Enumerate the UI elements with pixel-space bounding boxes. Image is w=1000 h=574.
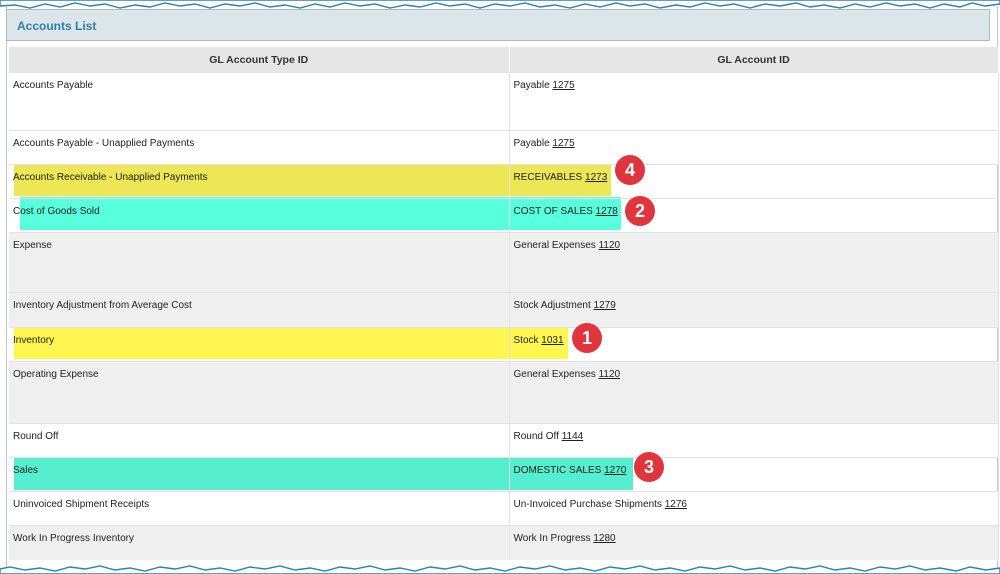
table-row: Cost of Goods Sold COST OF SALES 1278 xyxy=(9,198,999,233)
account-name: COST OF SALES xyxy=(513,206,593,217)
cell-account-type: Accounts Payable - Unapplied Payments xyxy=(9,130,510,165)
cell-account-type: Accounts Payable xyxy=(9,72,510,131)
account-id-link[interactable]: 1120 xyxy=(599,369,621,380)
account-id-link[interactable]: 1031 xyxy=(541,335,563,346)
table-row: Inventory Stock 1031 xyxy=(9,327,999,362)
cell-account-type: Uninvoiced Shipment Receipts xyxy=(9,491,510,526)
account-id-link[interactable]: 1278 xyxy=(596,206,618,217)
panel-title: Accounts List xyxy=(17,19,97,33)
cell-account-type: Cost of Goods Sold xyxy=(9,198,510,233)
table-row: Sales DOMESTIC SALES 1270 xyxy=(9,457,999,492)
account-name: General Expenses xyxy=(513,369,596,380)
cell-account-id: Payable 1275 xyxy=(509,130,999,165)
cell-account-type: Accounts Receivable - Unapplied Payments xyxy=(9,164,510,199)
cell-account-type: Round Off xyxy=(9,423,510,458)
account-id-link[interactable]: 1275 xyxy=(552,138,574,149)
cell-account-type: Expense xyxy=(9,232,510,293)
cell-account-id: Payable 1275 xyxy=(509,72,999,131)
account-name: Payable xyxy=(513,80,550,91)
cell-account-id: RECEIVABLES 1273 xyxy=(509,164,999,199)
account-id-link[interactable]: 1280 xyxy=(593,533,615,544)
table-row: Operating Expense General Expenses 1120 xyxy=(9,361,999,424)
annotation-badge-4: 4 xyxy=(615,155,645,185)
annotation-badge-1: 1 xyxy=(572,323,602,353)
account-name: General Expenses xyxy=(513,240,596,251)
cell-account-type: Operating Expense xyxy=(9,361,510,424)
column-header-gl-account-type-id[interactable]: GL Account Type ID xyxy=(9,47,510,73)
table-row: Inventory Adjustment from Average Cost S… xyxy=(9,292,999,328)
cell-account-id: Work In Progress 1280 xyxy=(509,525,999,560)
account-name: RECEIVABLES xyxy=(513,172,583,183)
cell-account-id: COST OF SALES 1278 xyxy=(509,198,999,233)
cell-account-type: Inventory xyxy=(9,327,510,362)
account-id-link[interactable]: 1275 xyxy=(552,80,574,91)
column-header-gl-account-id[interactable]: GL Account ID xyxy=(509,47,999,73)
annotation-badge-2: 2 xyxy=(625,196,655,226)
account-id-link[interactable]: 1270 xyxy=(604,465,626,476)
table-row: Round Off Round Off 1144 xyxy=(9,423,999,458)
cell-account-type: Inventory Adjustment from Average Cost xyxy=(9,292,510,328)
accounts-table: GL Account Type ID GL Account ID Account… xyxy=(9,47,999,560)
account-name: Un-Invoiced Purchase Shipments xyxy=(513,499,662,510)
cell-account-id: Un-Invoiced Purchase Shipments 1276 xyxy=(509,491,999,526)
account-id-link[interactable]: 1144 xyxy=(562,431,584,442)
cell-account-id: General Expenses 1120 xyxy=(509,361,999,424)
account-name: Payable xyxy=(513,138,550,149)
torn-edge-bottom xyxy=(0,565,1000,574)
cell-account-type: Sales xyxy=(9,457,510,492)
table-row: Accounts Payable Payable 1275 xyxy=(9,72,999,131)
annotation-badge-3: 3 xyxy=(634,452,664,482)
cell-account-id: DOMESTIC SALES 1270 xyxy=(509,457,999,492)
account-name: Round Off xyxy=(513,431,559,442)
table-header-row: GL Account Type ID GL Account ID xyxy=(9,47,999,73)
cell-account-id: General Expenses 1120 xyxy=(509,232,999,293)
account-name: DOMESTIC SALES xyxy=(513,465,602,476)
account-id-link[interactable]: 1279 xyxy=(594,300,616,311)
account-id-link[interactable]: 1120 xyxy=(599,240,621,251)
torn-edge-top xyxy=(0,0,1000,9)
account-id-link[interactable]: 1276 xyxy=(665,499,687,510)
account-name: Stock xyxy=(513,335,539,346)
cell-account-id: Stock Adjustment 1279 xyxy=(509,292,999,328)
account-id-link[interactable]: 1273 xyxy=(585,172,607,183)
table-row: Expense General Expenses 1120 xyxy=(9,232,999,293)
account-name: Stock Adjustment xyxy=(513,300,591,311)
account-name: Work In Progress xyxy=(513,533,591,544)
table-row: Uninvoiced Shipment Receipts Un-Invoiced… xyxy=(9,491,999,526)
table-row: Work In Progress Inventory Work In Progr… xyxy=(9,525,999,560)
table-row: Accounts Receivable - Unapplied Payments… xyxy=(9,164,999,199)
cell-account-id: Round Off 1144 xyxy=(509,423,999,458)
cell-account-type: Work In Progress Inventory xyxy=(9,525,510,560)
table-row: Accounts Payable - Unapplied Payments Pa… xyxy=(9,130,999,165)
